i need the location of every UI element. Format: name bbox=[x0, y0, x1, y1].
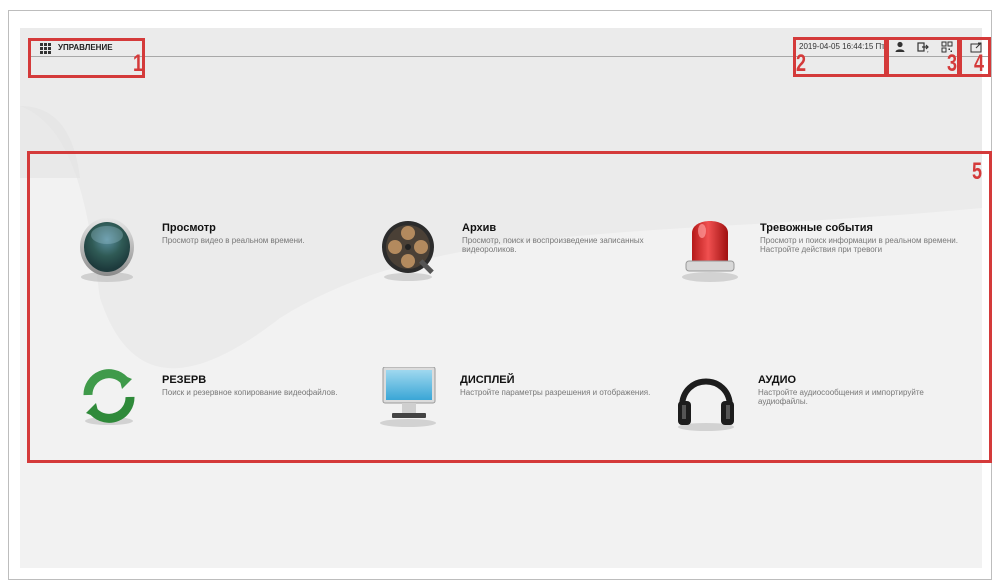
tile-display[interactable]: ДИСПЛЕЙ Настройте параметры разрешения и… bbox=[378, 366, 658, 457]
tile-description: Настройте аудиосообщения и импортируйте … bbox=[758, 388, 924, 406]
tile-description: Просмотр, поиск и воспроизведение записа… bbox=[462, 236, 644, 254]
annotation-number-5: 5 bbox=[972, 158, 983, 185]
live-view-icon bbox=[80, 215, 148, 295]
backup-arrows-icon bbox=[80, 367, 148, 447]
tile-title: Архив bbox=[462, 222, 497, 234]
annotation-number-3: 3 bbox=[947, 50, 958, 77]
tile-title: Тревожные события bbox=[760, 222, 873, 234]
annotation-box-2 bbox=[793, 37, 887, 77]
annotation-number-1: 1 bbox=[133, 50, 144, 77]
tile-audio[interactable]: АУДИО Настройте аудиосообщения и импорти… bbox=[676, 367, 956, 457]
tile-archive[interactable]: Архив Просмотр, поиск и воспроизведение … bbox=[380, 215, 660, 305]
annotation-number-2: 2 bbox=[796, 50, 807, 77]
tile-description: Настройте параметры разрешения и отображ… bbox=[460, 388, 651, 397]
film-reel-icon bbox=[380, 215, 448, 295]
tile-description: Просмотр видео в реальном времени. bbox=[162, 236, 305, 245]
tile-backup[interactable]: РЕЗЕРВ Поиск и резервное копирование вид… bbox=[80, 367, 360, 457]
tile-description: Просмотр и поиск информации в реальном в… bbox=[760, 236, 958, 254]
annotation-box-1 bbox=[28, 38, 145, 78]
monitor-icon bbox=[378, 366, 446, 447]
tile-description: Поиск и резервное копирование видеофайло… bbox=[162, 388, 338, 397]
tile-alarm-events[interactable]: Тревожные события Просмотр и поиск инфор… bbox=[678, 215, 958, 305]
tile-title: Просмотр bbox=[162, 222, 216, 234]
annotation-number-4: 4 bbox=[974, 50, 985, 77]
headphones-icon bbox=[676, 367, 744, 447]
tile-title: РЕЗЕРВ bbox=[162, 374, 207, 386]
tile-title: ДИСПЛЕЙ bbox=[460, 374, 515, 386]
alarm-siren-icon bbox=[678, 215, 746, 295]
tile-live-view[interactable]: Просмотр Просмотр видео в реальном време… bbox=[80, 215, 360, 305]
tile-title: АУДИО bbox=[758, 374, 797, 386]
